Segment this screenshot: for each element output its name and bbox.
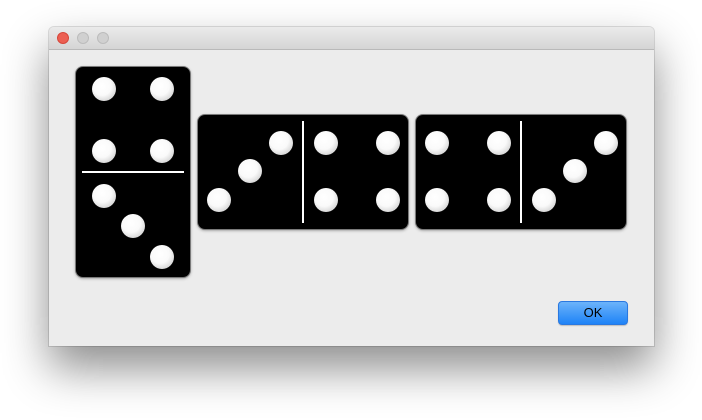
domino-divider <box>302 121 304 223</box>
pip <box>269 131 293 155</box>
pip <box>207 188 231 212</box>
domino-divider <box>520 121 522 223</box>
pip <box>150 77 174 101</box>
pip <box>425 131 449 155</box>
title-bar[interactable] <box>49 27 654 50</box>
pip <box>487 188 511 212</box>
dialog-window: OK <box>49 27 654 346</box>
pip <box>563 159 587 183</box>
pip <box>594 131 618 155</box>
domino-tile-1 <box>76 67 190 277</box>
pip <box>150 139 174 163</box>
pip <box>376 131 400 155</box>
pip <box>92 77 116 101</box>
zoom-button[interactable] <box>97 32 109 44</box>
minimize-button[interactable] <box>77 32 89 44</box>
pip <box>92 139 116 163</box>
pip <box>92 184 116 208</box>
pip <box>487 131 511 155</box>
pip <box>121 214 145 238</box>
domino-tile-3 <box>416 115 626 229</box>
pip <box>532 188 556 212</box>
pip <box>238 159 262 183</box>
close-button[interactable] <box>57 32 69 44</box>
pip <box>425 188 449 212</box>
pip <box>314 131 338 155</box>
ok-button[interactable]: OK <box>558 301 628 325</box>
pip <box>376 188 400 212</box>
domino-tile-2 <box>198 115 408 229</box>
pip <box>314 188 338 212</box>
pip <box>150 245 174 269</box>
domino-divider <box>82 171 184 173</box>
